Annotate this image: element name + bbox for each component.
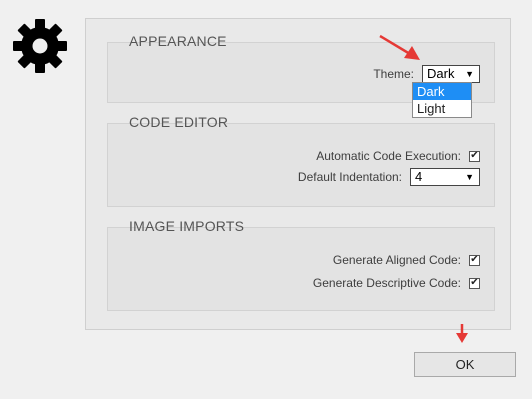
check-icon: ✔ <box>470 254 479 265</box>
code-editor-group: CODE EDITOR Automatic Code Execution: ✔ … <box>107 114 495 207</box>
appearance-title: APPEARANCE <box>129 33 227 49</box>
theme-select-value: Dark <box>427 66 455 81</box>
annotation-arrow-icon <box>456 324 468 343</box>
auto-exec-row: Automatic Code Execution: ✔ <box>316 149 480 163</box>
check-icon: ✔ <box>470 150 479 161</box>
indent-label: Default Indentation: <box>297 170 402 184</box>
chevron-down-icon: ▼ <box>465 69 474 79</box>
auto-exec-checkbox[interactable]: ✔ <box>469 150 480 162</box>
descriptive-row: Generate Descriptive Code: ✔ <box>313 276 480 290</box>
theme-label: Theme: <box>373 67 414 81</box>
theme-row: Theme: Dark ▼ <box>373 65 480 83</box>
gear-icon <box>13 19 67 73</box>
auto-exec-label: Automatic Code Execution: <box>316 149 461 163</box>
check-icon: ✔ <box>470 277 479 288</box>
ok-button-label: OK <box>455 357 475 372</box>
theme-option-light[interactable]: Light <box>413 100 471 117</box>
image-imports-group: IMAGE IMPORTS Generate Aligned Code: ✔ G… <box>107 218 495 311</box>
annotation-arrow-icon <box>379 34 420 60</box>
aligned-checkbox[interactable]: ✔ <box>469 254 480 266</box>
indent-row: Default Indentation: 4 ▼ <box>298 168 480 186</box>
aligned-label: Generate Aligned Code: <box>332 253 461 267</box>
indent-select-value: 4 <box>415 169 423 184</box>
settings-panel: APPEARANCE Theme: Dark ▼ CODE EDITOR Aut… <box>85 18 511 330</box>
descriptive-label: Generate Descriptive Code: <box>312 276 461 290</box>
theme-dropdown-list: Dark Light <box>412 82 472 118</box>
aligned-row: Generate Aligned Code: ✔ <box>333 253 480 267</box>
chevron-down-icon: ▼ <box>465 172 474 182</box>
ok-button[interactable]: OK <box>414 352 516 377</box>
image-imports-title: IMAGE IMPORTS <box>129 218 245 234</box>
code-editor-title: CODE EDITOR <box>129 114 229 130</box>
indent-select[interactable]: 4 ▼ <box>410 168 480 186</box>
descriptive-checkbox[interactable]: ✔ <box>469 277 480 289</box>
theme-select[interactable]: Dark ▼ <box>422 65 480 83</box>
theme-option-dark[interactable]: Dark <box>413 83 471 100</box>
